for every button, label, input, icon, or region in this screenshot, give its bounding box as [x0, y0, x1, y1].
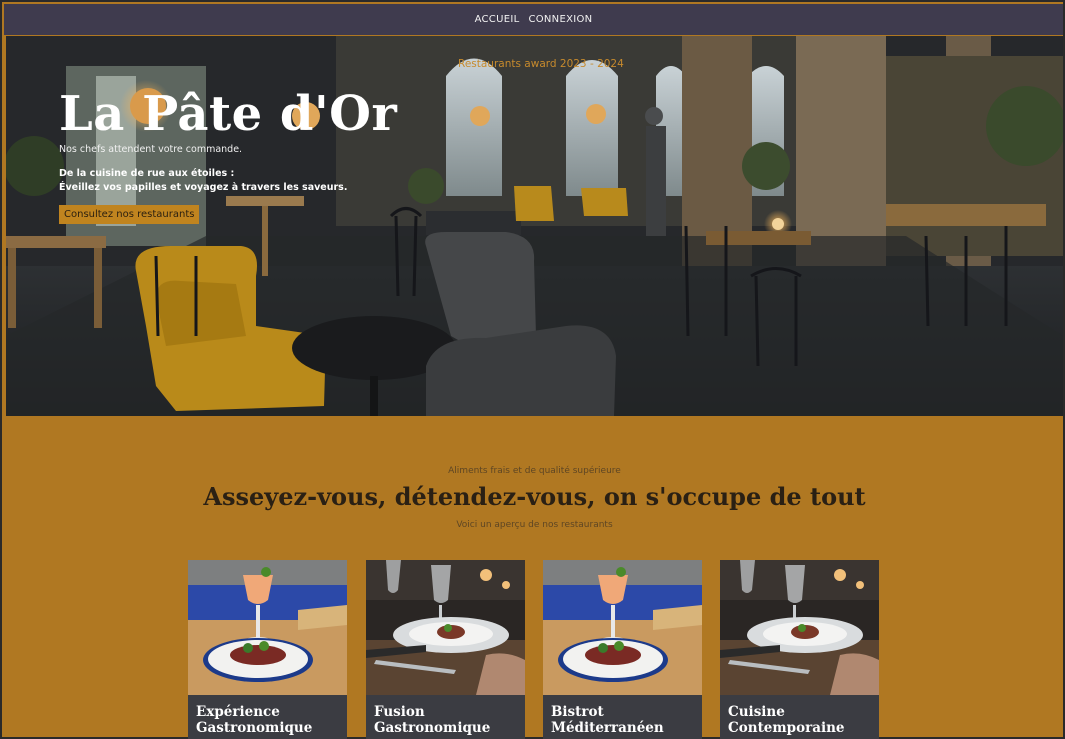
card-title: Expérience Gastronomique	[196, 704, 313, 736]
award-label: Restaurants award 2023 - 2024	[458, 58, 624, 70]
card-photo-table-setting	[366, 560, 525, 695]
hero-title: La Pâte d'Or	[59, 86, 398, 142]
hero-banner: Restaurants award 2023 - 2024 La Pâte d'…	[6, 36, 1063, 416]
view-restaurants-button[interactable]: Consultez nos restaurants	[59, 205, 200, 224]
card-photo-dish-cocktail	[188, 560, 347, 695]
nav-link-connexion[interactable]: CONNEXION	[528, 14, 592, 25]
section-eyebrow: Aliments frais et de qualité supérieure	[448, 466, 621, 476]
card-title: Cuisine Contemporaine	[728, 704, 845, 736]
restaurant-card[interactable]: Cuisine Contemporaine	[720, 560, 879, 739]
card-title: Fusion Gastronomique	[374, 704, 491, 736]
restaurant-card[interactable]: Expérience Gastronomique	[188, 560, 347, 739]
card-photo-table-setting	[720, 560, 879, 695]
hero-tagline-line1: De la cuisine de rue aux étoiles :	[59, 168, 235, 179]
hero-subtitle: Nos chefs attendent votre commande.	[59, 144, 243, 155]
section-subtitle: Voici un aperçu de nos restaurants	[456, 520, 613, 530]
hero-tagline-line2: Éveillez vos papilles et voyagez à trave…	[59, 182, 348, 193]
page: ACCUEIL CONNEXION Restaurants award 2023…	[0, 0, 1065, 739]
card-photo-dish-cocktail	[543, 560, 702, 695]
restaurant-card[interactable]: Fusion Gastronomique	[366, 560, 525, 739]
nav-link-accueil[interactable]: ACCUEIL	[475, 14, 520, 25]
restaurant-card[interactable]: Bistrot Méditerranéen	[543, 560, 702, 739]
section-title: Asseyez-vous, détendez-vous, on s'occupe…	[203, 482, 866, 511]
card-title: Bistrot Méditerranéen	[551, 704, 664, 736]
top-navigation: ACCUEIL CONNEXION	[4, 4, 1063, 35]
